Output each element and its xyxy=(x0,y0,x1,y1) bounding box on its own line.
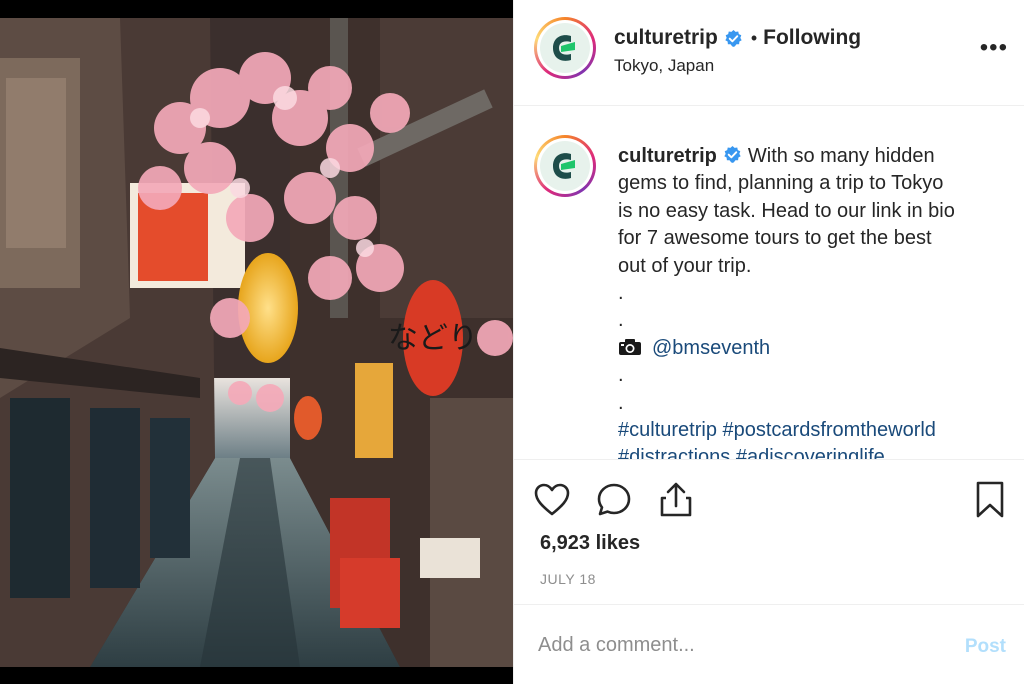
comment-button[interactable] xyxy=(594,480,634,520)
culturetrip-logo-icon xyxy=(553,35,575,61)
post-location[interactable]: Tokyo, Japan xyxy=(614,56,714,76)
comment-input[interactable] xyxy=(538,634,938,657)
post-header: culturetrip • Following Tokyo, Japan ••• xyxy=(514,0,1024,106)
separator-dot: • xyxy=(750,27,758,48)
caption-avatar[interactable] xyxy=(534,135,596,197)
post-media: などり xyxy=(0,0,513,684)
comment-icon xyxy=(597,483,631,516)
caption-dot: . xyxy=(618,391,624,414)
post-side-panel: culturetrip • Following Tokyo, Japan ••• xyxy=(513,0,1024,684)
post-comment-button[interactable]: Post xyxy=(965,636,1006,658)
bookmark-icon xyxy=(976,481,1004,518)
caption-text-line: is no easy task. Head to our link in bio xyxy=(618,199,955,222)
post-caption: culturetrip With so many hidden gems to … xyxy=(618,143,1003,459)
verified-badge-icon xyxy=(725,29,742,47)
camera-icon xyxy=(619,338,641,355)
culturetrip-logo-icon xyxy=(553,153,575,179)
hashtags[interactable]: #culturetrip #postcardsfromtheworld xyxy=(618,417,1003,444)
avatar[interactable] xyxy=(534,17,596,79)
instagram-post: などり culturetrip • Following Tokyo, Japan… xyxy=(0,0,1024,684)
hashtags-cutoff[interactable]: #distractions #adiscoveringlife xyxy=(618,444,1003,459)
caption-text-line: With so many hidden xyxy=(747,145,935,167)
like-count[interactable]: 6,923 likes xyxy=(540,532,640,555)
more-options-icon[interactable]: ••• xyxy=(980,36,1008,60)
post-photo[interactable]: などり xyxy=(0,18,513,667)
following-button[interactable]: Following xyxy=(763,26,861,50)
save-button[interactable] xyxy=(970,480,1010,520)
header-username[interactable]: culturetrip xyxy=(614,26,718,50)
like-button[interactable] xyxy=(532,480,572,520)
post-date[interactable]: JULY 18 xyxy=(540,571,596,587)
caption-area: culturetrip With so many hidden gems to … xyxy=(514,107,1024,459)
caption-text-line: out of your trip. xyxy=(618,254,752,277)
caption-dot: . xyxy=(618,282,624,305)
share-icon xyxy=(660,482,692,517)
verified-badge-icon xyxy=(724,145,741,163)
comment-form: Post xyxy=(514,606,1024,684)
post-actions: 6,923 likes JULY 18 xyxy=(514,459,1024,605)
caption-dot: . xyxy=(618,309,624,332)
share-button[interactable] xyxy=(656,480,696,520)
photo-credit-mention[interactable]: @bmseventh xyxy=(652,337,770,359)
caption-username[interactable]: culturetrip xyxy=(618,145,717,167)
svg-text:などり: などり xyxy=(388,321,478,356)
caption-text-line: for 7 awesome tours to get the best xyxy=(618,227,932,250)
caption-text-line: gems to find, planning a trip to Tokyo xyxy=(618,172,944,195)
heart-icon xyxy=(534,483,570,516)
caption-dot: . xyxy=(618,364,624,387)
